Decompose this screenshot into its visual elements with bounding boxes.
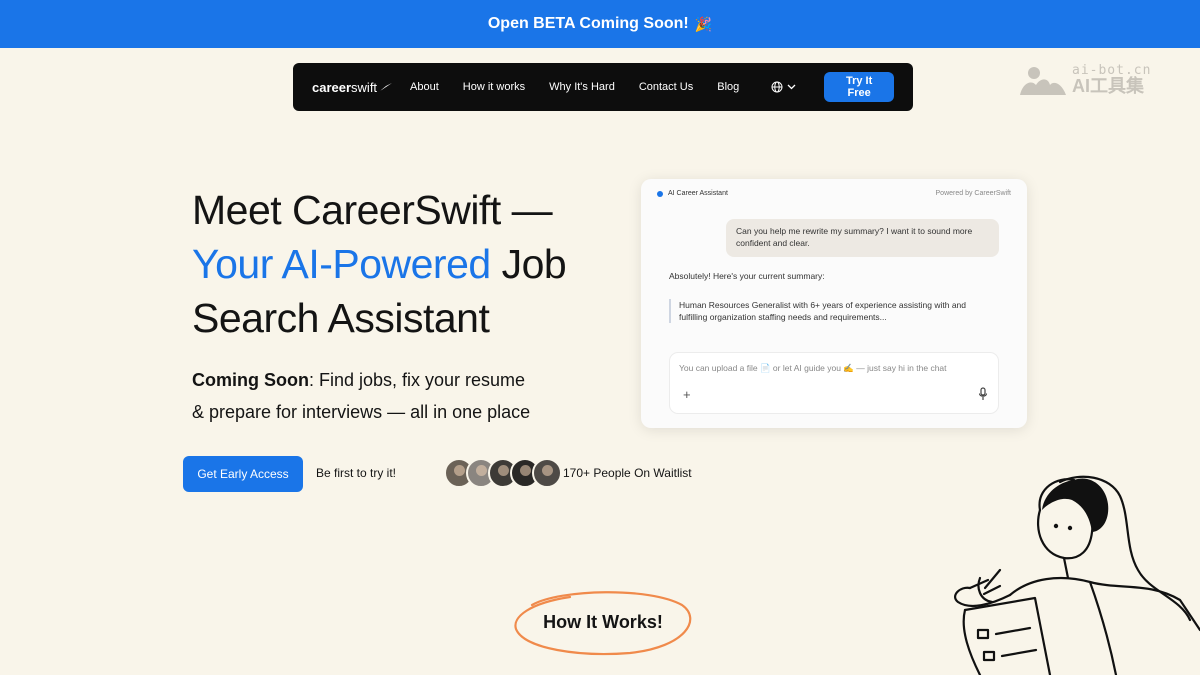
hero-subtitle: Coming Soon: Find jobs, fix your resume …	[192, 364, 612, 428]
hero-title-accent: Your AI-Powered	[192, 241, 491, 287]
watermark-logo-icon	[1020, 66, 1066, 95]
logo-swoosh-icon	[380, 83, 393, 91]
hero-subtitle-line2: & prepare for interviews — all in one pl…	[192, 402, 531, 422]
hero-title: Meet CareerSwift — Your AI-Powered Job S…	[192, 183, 622, 345]
watermark-brand: AI工具集	[1072, 76, 1144, 96]
nav-item-why-its-hard[interactable]: Why It's Hard	[549, 81, 615, 93]
chat-title: AI Career Assistant	[668, 190, 728, 197]
watermark: ai-bot.cn AI工具集	[1020, 64, 1151, 95]
chat-input-box[interactable]: You can upload a file 📄 or let AI guide …	[669, 352, 999, 414]
cta-note: Be first to try it!	[316, 466, 397, 480]
announcement-banner: Open BETA Coming Soon! 🎉	[0, 0, 1200, 48]
chat-input-placeholder: You can upload a file 📄 or let AI guide …	[679, 363, 947, 373]
nav-item-contact-us[interactable]: Contact Us	[639, 81, 693, 93]
logo-text-bold: career	[312, 79, 352, 95]
hero-title-line3: Search Assistant	[192, 295, 490, 341]
try-it-free-button[interactable]: Try It Free	[824, 72, 894, 102]
hero-subtitle-bold: Coming Soon	[192, 370, 309, 390]
nav-item-how-it-works[interactable]: How it works	[463, 81, 525, 93]
careerswift-logo[interactable]: career swift	[312, 80, 410, 95]
status-dot-icon	[657, 190, 663, 197]
party-popper-icon: 🎉	[694, 15, 713, 32]
globe-icon	[771, 81, 783, 93]
summary-quote: Human Resources Generalist with 6+ years…	[669, 299, 989, 323]
chevron-down-icon	[787, 84, 796, 90]
waitlist-avatars	[444, 458, 562, 488]
banner-text: Open BETA Coming Soon!	[487, 15, 689, 32]
attach-plus-icon[interactable]: +	[683, 387, 691, 402]
language-selector[interactable]	[771, 81, 796, 93]
assistant-message: Absolutely! Here's your current summary:	[669, 271, 825, 281]
logo-text-regular: swift	[351, 79, 378, 95]
woman-writing-illustration	[954, 475, 1200, 675]
how-it-works-label: How It Works!	[543, 611, 663, 632]
hero-subtitle-rest: : Find jobs, fix your resume	[308, 370, 526, 390]
user-message-bubble: Can you help me rewrite my summary? I wa…	[726, 219, 999, 257]
get-early-access-button[interactable]: Get Early Access	[183, 456, 303, 492]
main-navbar: career swift About How it works Why It's …	[293, 63, 913, 111]
avatar	[532, 458, 562, 488]
hero-title-line1: Meet CareerSwift —	[192, 187, 553, 233]
microphone-icon[interactable]	[978, 387, 988, 401]
waitlist-count: 170+ People On Waitlist	[563, 466, 692, 480]
powered-by: Powered by CareerSwift	[935, 190, 1011, 197]
chat-preview-card: AI Career Assistant Powered by CareerSwi…	[641, 179, 1027, 428]
hero-title-after-accent: Job	[490, 241, 567, 287]
nav-item-blog[interactable]: Blog	[717, 81, 739, 93]
nav-item-about[interactable]: About	[410, 81, 439, 93]
chat-header: AI Career Assistant Powered by CareerSwi…	[657, 190, 1011, 197]
how-it-works-link[interactable]: How It Works!	[510, 585, 696, 659]
